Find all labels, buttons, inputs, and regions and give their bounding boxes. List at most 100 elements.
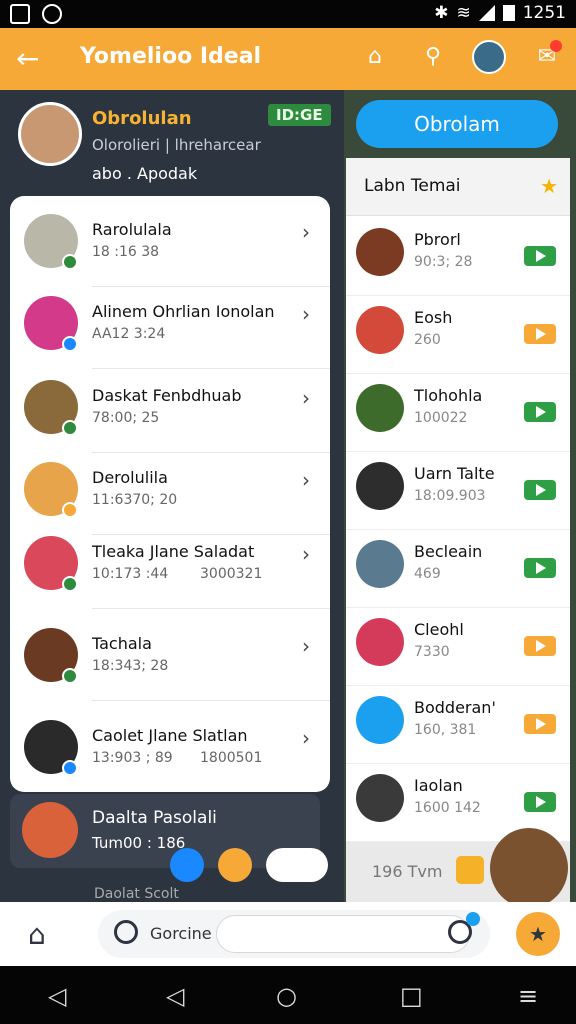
list-item-extra: 3000321 — [200, 566, 263, 582]
list-item[interactable]: Uarn Talte 18:09.903 — [346, 452, 570, 530]
gallery-icon — [10, 4, 30, 24]
list-item-name: Becleain — [414, 542, 483, 561]
list-item-name: Tachala — [92, 634, 152, 653]
reaction-chips — [170, 848, 328, 882]
play-button[interactable] — [524, 402, 556, 422]
footer-text: 196 Tvm — [372, 862, 443, 881]
menu-icon[interactable]: ≡ — [518, 982, 538, 1010]
wifi-icon: ≋ — [456, 3, 471, 23]
play-button[interactable] — [524, 792, 556, 812]
cta-button[interactable]: Obrolam — [356, 100, 558, 148]
play-button[interactable] — [524, 558, 556, 578]
list-item[interactable]: Pbrorl 90:3; 28 — [346, 218, 570, 296]
right-list-header: Labn Temai ★ — [346, 158, 570, 216]
list-item-meta: 1600 142 — [414, 800, 481, 816]
list-item[interactable]: Alinem Ohrlian Ionolan AA12 3:24 › — [10, 286, 330, 368]
battery-icon — [502, 5, 515, 21]
list-item-name: Uarn Talte — [414, 464, 495, 483]
list-item[interactable]: Caolet Jlane Slatlan 13:903 ; 89 1800501 › — [10, 710, 330, 792]
divider — [92, 608, 330, 609]
play-button[interactable] — [524, 714, 556, 734]
chevron-right-icon[interactable]: › — [302, 726, 310, 750]
lock-icon[interactable]: ⌂ — [360, 42, 390, 72]
list-item-name: Cleohl — [414, 620, 464, 639]
status-icon — [62, 502, 78, 518]
list-item-meta: 18 :16 38 — [92, 244, 160, 260]
app-bar: ← Yomelioo Ideal ⌂ ⚲ ✉ — [0, 28, 576, 90]
avatar[interactable] — [472, 40, 506, 74]
list-item-meta: 7330 — [414, 644, 450, 660]
home-icon[interactable]: ⌂ — [28, 918, 46, 951]
list-item[interactable]: Cleohl 7330 — [346, 608, 570, 686]
home-circle-icon[interactable]: ○ — [276, 982, 297, 1010]
list-item-name: Rarolulala — [92, 220, 172, 239]
list-item-meta: 469 — [414, 566, 441, 582]
chevron-right-icon[interactable]: › — [302, 634, 310, 658]
gift-icon[interactable] — [456, 856, 484, 884]
avatar — [22, 802, 78, 858]
location-pin-icon[interactable]: ⚲ — [418, 42, 448, 72]
avatar — [356, 306, 404, 354]
avatar — [356, 228, 404, 276]
avatar — [356, 540, 404, 588]
sticker-icon[interactable] — [266, 848, 328, 882]
star-icon[interactable]: ★ — [540, 174, 558, 198]
list-item-meta: 10:173 :44 — [92, 566, 169, 582]
back-icon[interactable]: ◁ — [166, 982, 184, 1010]
profile-avatar[interactable] — [18, 102, 82, 166]
list-item[interactable]: Tachala 18:343; 28 › — [10, 618, 330, 700]
list-item-name: Tlohohla — [414, 386, 483, 405]
back-arrow-icon[interactable]: ← — [16, 42, 39, 75]
recents-icon[interactable]: □ — [400, 982, 423, 1010]
profile-badge: ID:GE — [268, 104, 331, 126]
right-list-title: Labn Temai — [364, 176, 461, 196]
chevron-right-icon[interactable]: › — [302, 468, 310, 492]
status-bar: ✱ ≋ 1251 — [0, 0, 576, 28]
back-icon[interactable]: ◁ — [48, 982, 66, 1010]
list-item-meta: 13:903 ; 89 — [92, 750, 173, 766]
left-panel: Obrolulan Olorolieri | lhreharcear abo .… — [0, 90, 344, 902]
list-item[interactable]: Derolulila 11:6370; 20 › — [10, 452, 330, 534]
chevron-right-icon[interactable]: › — [302, 542, 310, 566]
signal-icon — [478, 5, 495, 21]
list-item-meta: 160, 381 — [414, 722, 477, 738]
notification-badge — [550, 40, 562, 52]
play-button[interactable] — [524, 480, 556, 500]
list-item-meta: 18:09.903 — [414, 488, 486, 504]
list-item-meta: 18:343; 28 — [92, 658, 169, 674]
list-item-name: Pbrorl — [414, 230, 461, 249]
play-button[interactable] — [524, 324, 556, 344]
profile-header: Obrolulan Olorolieri | lhreharcear abo .… — [0, 90, 344, 200]
list-item[interactable]: Daskat Fenbdhuab 78:00; 25 › — [10, 370, 330, 452]
app-title: Yomelioo Ideal — [80, 44, 262, 69]
list-item-meta: 78:00; 25 — [92, 410, 160, 426]
search-input[interactable] — [216, 915, 470, 953]
list-item[interactable]: Bodderan' 160, 381 — [346, 686, 570, 764]
chevron-right-icon[interactable]: › — [302, 386, 310, 410]
list-item-meta: AA12 3:24 — [92, 326, 166, 342]
right-panel: Obrolam Labn Temai ★ 196 Tvm Pbrorl 90:3;… — [344, 90, 576, 902]
list-item-meta: 90:3; 28 — [414, 254, 473, 270]
star-action-button[interactable]: ★ — [516, 912, 560, 956]
status-time: 1251 — [522, 3, 566, 23]
profile-name: Obrolulan — [92, 108, 192, 129]
search-bar[interactable]: Gorcine — [98, 910, 490, 958]
chevron-right-icon[interactable]: › — [302, 302, 310, 326]
list-item-name: Bodderan' — [414, 698, 496, 717]
list-item[interactable]: Tleaka Jlane Saladat 10:173 :44 3000321 › — [10, 526, 330, 608]
play-button[interactable] — [524, 636, 556, 656]
search-icon — [114, 920, 138, 944]
list-item[interactable]: Rarolulala 18 :16 38 › — [10, 204, 330, 286]
status-icon — [62, 668, 78, 684]
avatar — [356, 774, 404, 822]
list-item[interactable]: Tlohohla 100022 — [346, 374, 570, 452]
notification-icon[interactable]: ✉ — [530, 40, 564, 74]
list-item[interactable]: Eosh 260 — [346, 296, 570, 374]
list-item[interactable]: Becleain 469 — [346, 530, 570, 608]
mascot-icon[interactable] — [490, 828, 568, 908]
emoji-icon[interactable] — [218, 848, 252, 882]
list-item-name: Derolulila — [92, 468, 168, 487]
like-icon[interactable] — [170, 848, 204, 882]
chevron-right-icon[interactable]: › — [302, 220, 310, 244]
play-button[interactable] — [524, 246, 556, 266]
